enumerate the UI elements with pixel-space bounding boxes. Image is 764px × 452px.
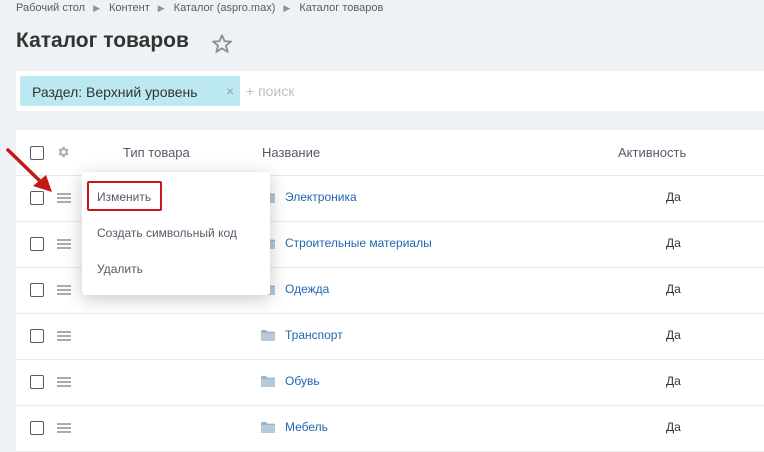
row-name-link[interactable]: Мебель [285, 420, 328, 434]
red-arrow-annotation [6, 148, 52, 192]
row-active-value: Да [666, 374, 681, 388]
column-header-product-type[interactable]: Тип товара [123, 145, 190, 160]
column-header-active[interactable]: Активность [618, 145, 686, 160]
chevron-right-icon: ▶ [93, 2, 100, 13]
row-name-link[interactable]: Транспорт [285, 328, 343, 342]
filter-bar[interactable]: Раздел: Верхний уровень × + поиск [16, 71, 764, 111]
menu-item-delete[interactable]: Удалить [97, 262, 143, 276]
row-active-value: Да [666, 420, 681, 434]
table-row[interactable]: Мебель Да [16, 405, 764, 452]
breadcrumb-item-catalog-aspro[interactable]: Каталог (aspro.max) [174, 2, 276, 14]
breadcrumb-item-product-catalog[interactable]: Каталог товаров [299, 2, 383, 14]
page-title: Каталог товаров [16, 29, 189, 52]
row-checkbox[interactable] [30, 237, 44, 251]
drag-handle-icon[interactable] [57, 423, 71, 433]
table-row[interactable]: Транспорт Да [16, 313, 764, 360]
breadcrumb-item-content[interactable]: Контент [109, 2, 150, 14]
row-checkbox[interactable] [30, 329, 44, 343]
menu-item-edit[interactable]: Изменить [97, 190, 151, 204]
chevron-right-icon: ▶ [283, 2, 291, 13]
grid-header: Тип товара Название Активность [16, 130, 764, 176]
row-checkbox[interactable] [30, 283, 44, 297]
chevron-right-icon: ▶ [157, 2, 165, 13]
star-icon[interactable] [211, 33, 233, 55]
row-active-value: Да [666, 236, 681, 250]
drag-handle-icon[interactable] [57, 331, 71, 341]
table-row[interactable]: Обувь Да [16, 359, 764, 406]
filter-chip-section[interactable]: Раздел: Верхний уровень × [20, 76, 240, 106]
row-checkbox[interactable] [30, 375, 44, 389]
row-active-value: Да [666, 282, 681, 296]
row-active-value: Да [666, 190, 681, 204]
row-name-link[interactable]: Строительные материалы [285, 236, 432, 250]
row-context-menu: Изменить Создать символьный код Удалить [82, 172, 270, 295]
drag-handle-icon[interactable] [57, 239, 71, 249]
folder-icon [261, 422, 275, 433]
row-checkbox[interactable] [30, 421, 44, 435]
row-name-link[interactable]: Электроника [285, 190, 357, 204]
chip-close-icon[interactable]: × [226, 83, 234, 99]
drag-handle-icon[interactable] [57, 377, 71, 387]
filter-chip-label: Раздел: Верхний уровень [32, 84, 198, 100]
breadcrumb: Рабочий стол ▶ Контент ▶ Каталог (aspro.… [16, 0, 383, 16]
folder-icon [261, 330, 275, 341]
column-header-name[interactable]: Название [262, 145, 320, 160]
search-input[interactable]: + поиск [246, 83, 294, 99]
row-name-link[interactable]: Обувь [285, 374, 320, 388]
folder-icon [261, 376, 275, 387]
breadcrumb-item-desktop[interactable]: Рабочий стол [16, 2, 85, 14]
row-active-value: Да [666, 328, 681, 342]
drag-handle-icon[interactable] [57, 285, 71, 295]
row-name-link[interactable]: Одежда [285, 282, 329, 296]
menu-item-create-code[interactable]: Создать символьный код [97, 226, 237, 240]
